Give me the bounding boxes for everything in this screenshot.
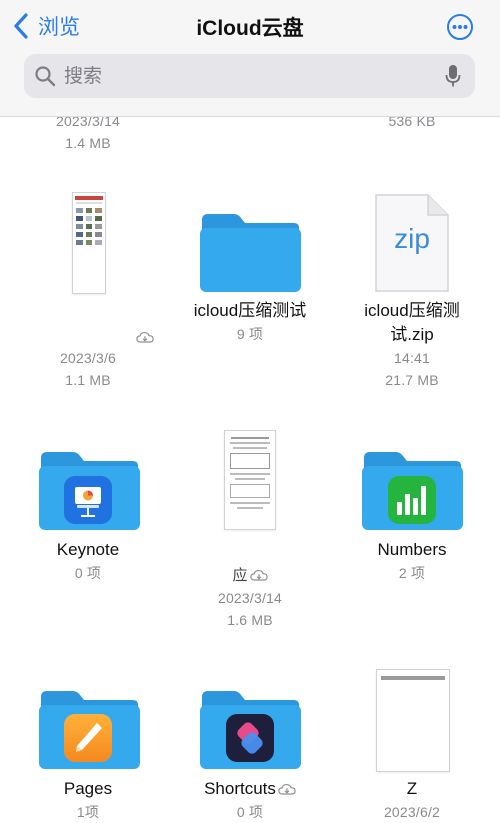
shortcuts-icon (226, 714, 274, 762)
document-thumbnail[interactable] (224, 430, 276, 530)
folder-name: Numbers (377, 540, 447, 559)
folder-item[interactable]: Shortcuts 0 项 (167, 777, 333, 823)
cloud-download-icon[interactable] (250, 569, 268, 582)
item-count: 0 项 (236, 804, 264, 820)
webpage-thumbnail[interactable] (72, 192, 106, 294)
folder-name: Pages (63, 779, 113, 798)
search-bar[interactable] (24, 54, 475, 100)
file-date: 2023/3/6 (59, 350, 117, 366)
microphone-icon[interactable] (445, 64, 461, 88)
file-size: 21.7 MB (385, 372, 439, 388)
item-count: 0 项 (74, 565, 102, 581)
file-item[interactable]: icloud压缩测 试.zip 14:41 21.7 MB (329, 299, 495, 391)
search-icon (35, 66, 56, 87)
file-item[interactable]: Z 2023/6/2 (329, 777, 495, 823)
search-input[interactable] (62, 54, 456, 100)
file-size: 1.6 MB (227, 612, 273, 628)
folder-item[interactable]: Keynote 0 项 (5, 538, 171, 584)
file-size: 1.1 MB (65, 372, 111, 388)
file-item-meta: 2023/3/6 1.1 MB (5, 347, 171, 391)
folder-name-row: Shortcuts (167, 777, 333, 801)
item-count: 1项 (76, 804, 100, 820)
blank-document-thumbnail[interactable] (376, 669, 450, 772)
file-date: 2023/6/2 (383, 804, 441, 820)
file-name-row: 应 (167, 564, 333, 587)
cloud-download-icon[interactable] (278, 783, 296, 796)
folder-item[interactable]: Pages 1项 (5, 777, 171, 823)
file-date: 2023/3/14 (217, 590, 283, 606)
keynote-icon (64, 476, 112, 524)
file-name-line2: 试.zip (390, 325, 434, 344)
file-size: 1.4 MB (65, 135, 111, 151)
file-item-meta: 应 2023/3/14 1.6 MB (167, 564, 333, 631)
file-name-fragment: 应 (232, 567, 248, 584)
item-count: 9 项 (236, 326, 264, 342)
zip-label: zip (394, 223, 430, 254)
file-name-line1: icloud压缩测 (364, 301, 460, 320)
numbers-icon (388, 476, 436, 524)
item-count: 2 项 (398, 565, 426, 581)
navigation-header: 浏览 iCloud云盘 (0, 0, 500, 117)
folder-name: icloud压缩测试 (193, 301, 307, 320)
pages-icon (64, 714, 112, 762)
folder-item[interactable]: icloud压缩测试 9 项 (167, 299, 333, 345)
file-name: Z (406, 779, 418, 798)
cloud-download-icon[interactable] (136, 331, 154, 344)
folder-name: Shortcuts (204, 779, 276, 798)
folder-name: Keynote (56, 540, 120, 559)
folder-icon[interactable] (198, 210, 302, 294)
more-options-icon[interactable] (446, 13, 474, 41)
folder-item[interactable]: Numbers 2 项 (329, 538, 495, 584)
page-title: iCloud云盘 (196, 17, 304, 40)
file-time: 14:41 (393, 350, 431, 366)
